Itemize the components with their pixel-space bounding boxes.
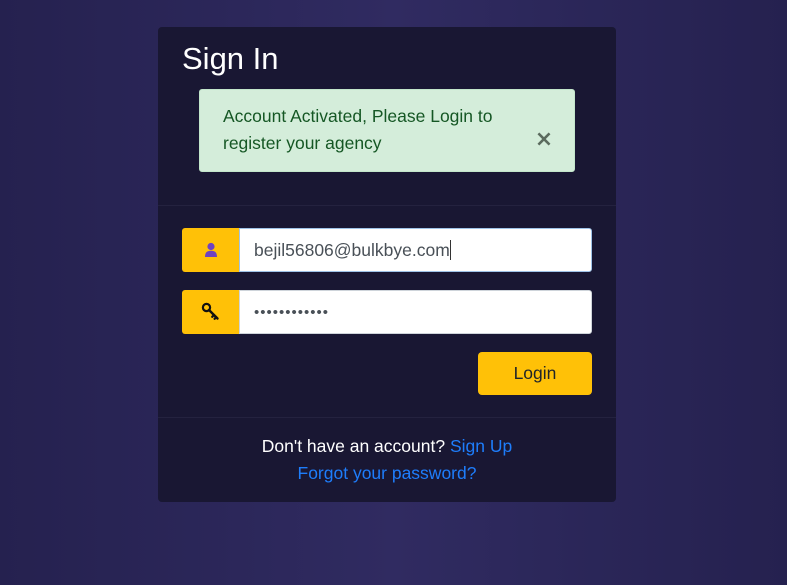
- user-icon: [204, 242, 217, 257]
- page-title: Sign In: [182, 41, 279, 76]
- signup-prompt: Don't have an account?: [261, 436, 446, 456]
- password-field[interactable]: ••••••••••••: [239, 290, 592, 334]
- email-input-group: bejil56806@bulkbye.com: [182, 228, 592, 272]
- login-button[interactable]: Login: [478, 352, 592, 395]
- forgot-password-link[interactable]: Forgot your password?: [298, 463, 477, 483]
- password-input-group: ••••••••••••: [182, 290, 592, 334]
- sign-up-link[interactable]: Sign Up: [450, 436, 512, 456]
- email-value: bejil56806@bulkbye.com: [254, 239, 450, 260]
- signup-row: Don't have an account? Sign Up: [158, 436, 616, 457]
- text-cursor: [449, 240, 451, 260]
- footer-divider: [158, 417, 616, 418]
- password-addon: [182, 290, 239, 334]
- header-divider: [158, 205, 616, 206]
- forgot-row: Forgot your password?: [158, 463, 616, 484]
- password-value: ••••••••••••: [254, 303, 330, 321]
- sign-in-card: Sign In Account Activated, Please Login …: [158, 27, 616, 502]
- success-alert: Account Activated, Please Login to regis…: [199, 89, 575, 172]
- email-addon: [182, 228, 239, 272]
- close-icon[interactable]: ×: [534, 129, 554, 151]
- email-field[interactable]: bejil56806@bulkbye.com: [239, 228, 592, 272]
- key-icon: [201, 302, 219, 320]
- alert-message: Account Activated, Please Login to regis…: [223, 106, 493, 153]
